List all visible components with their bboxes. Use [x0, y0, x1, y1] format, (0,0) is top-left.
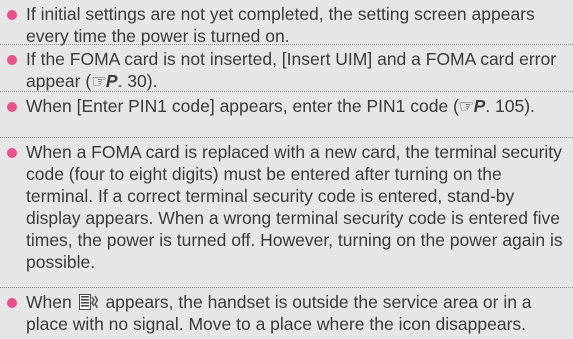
note-text-after: ). [146, 71, 158, 91]
reference-letter: P [473, 96, 486, 116]
note-item-initial-settings: If initial settings are not yet complete… [0, 0, 573, 46]
page-reference-icon: ☞P [458, 95, 486, 117]
note-item-security-code: When a FOMA card is replaced with a new … [0, 138, 573, 288]
reference-letter: P [105, 71, 118, 91]
page-reference-icon: ☞P [91, 70, 118, 92]
bullet-icon [7, 55, 17, 65]
note-text-after: ). [524, 96, 535, 116]
note-text: When a FOMA card is replaced with a new … [26, 142, 563, 272]
notes-list: If initial settings are not yet complete… [0, 0, 573, 339]
note-text-before: When [Enter PIN1 code] appears, enter th… [26, 96, 459, 116]
page-reference: . 105 [485, 96, 525, 116]
note-text: If initial settings are not yet complete… [26, 4, 535, 46]
bullet-icon [7, 102, 17, 112]
bullet-icon [7, 298, 17, 308]
reference-symbol: ☞ [91, 71, 107, 91]
bullet-icon [7, 148, 17, 158]
reference-symbol: ☞ [458, 96, 475, 116]
note-text-after: appears, the handset is outside the serv… [26, 292, 532, 334]
no-signal-icon [78, 294, 98, 310]
note-item-no-signal: When appears, the handset is outside the… [0, 288, 573, 339]
notes-panel: If initial settings are not yet complete… [0, 0, 573, 339]
note-item-foma-card-not-inserted: If the FOMA card is not inserted, [Inser… [0, 45, 573, 92]
bullet-icon [7, 10, 17, 20]
note-text-before: When [26, 292, 77, 312]
page-reference: . 30 [117, 71, 147, 91]
note-item-pin1-code: When [Enter PIN1 code] appears, enter th… [0, 92, 573, 138]
